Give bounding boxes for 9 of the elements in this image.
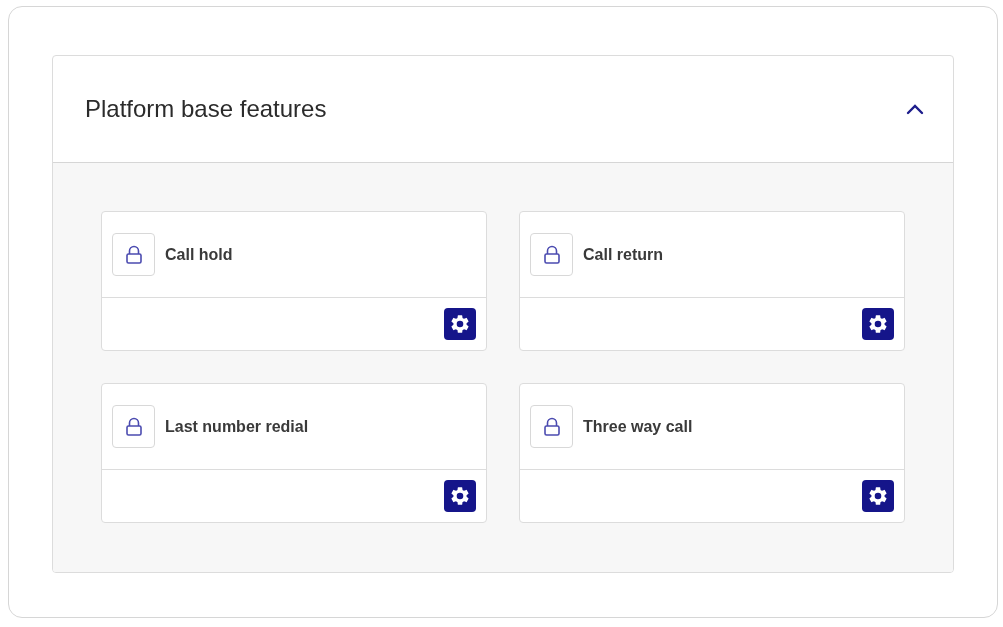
feature-name: Last number redial xyxy=(165,417,309,436)
feature-name: Three way call xyxy=(583,417,693,436)
feature-name: Call return xyxy=(583,245,663,264)
lock-icon xyxy=(112,405,155,448)
section-title: Platform base features xyxy=(85,95,327,123)
lock-icon xyxy=(530,233,573,276)
lock-icon xyxy=(112,233,155,276)
lock-icon xyxy=(530,405,573,448)
feature-name: Call hold xyxy=(165,245,233,264)
